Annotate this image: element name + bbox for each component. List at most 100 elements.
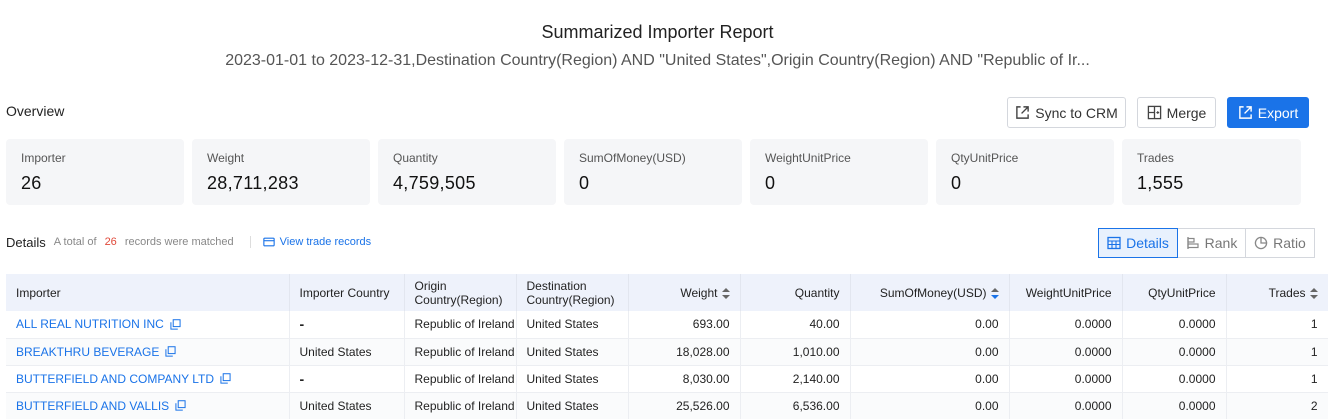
weight-value: 693.00: [628, 311, 741, 339]
weight-value: 18,028.00: [628, 338, 741, 366]
col-trades[interactable]: Trades: [1226, 274, 1328, 311]
pie-icon: [1254, 236, 1268, 250]
record-count: 26: [104, 236, 117, 248]
copy-icon[interactable]: [220, 373, 231, 384]
stat-value: 4,759,505: [393, 173, 476, 193]
ratio-view-button[interactable]: Ratio: [1245, 228, 1315, 258]
trades-value: 1: [1226, 311, 1328, 339]
sum-value: 0.00: [850, 311, 1010, 339]
stat-value: 0: [579, 173, 590, 193]
destination-country: United States: [516, 311, 629, 339]
table-icon: [1107, 236, 1121, 250]
rank-view-button[interactable]: Rank: [1177, 228, 1246, 258]
importer-name: ALL REAL NUTRITION INC: [16, 317, 164, 332]
stat-value: 0: [765, 173, 776, 193]
rank-view-label: Rank: [1204, 235, 1238, 251]
importer-country: -: [299, 316, 305, 333]
col-sum-label: SumOfMoney(USD): [879, 285, 987, 300]
col-importer: Importer: [6, 274, 290, 311]
merge-icon: [1147, 105, 1161, 120]
view-trade-records-link[interactable]: View trade records: [262, 236, 372, 248]
importer-country: United States: [289, 392, 405, 419]
origin-country: Republic of Ireland: [404, 392, 517, 419]
sync-to-crm-button[interactable]: Sync to CRM: [1007, 97, 1126, 128]
col-qty-unit-price: QtyUnitPrice: [1122, 274, 1227, 311]
stat-sum-of-money: SumOfMoney(USD) 0: [564, 139, 742, 205]
sort-icon[interactable]: [721, 287, 730, 299]
quantity-value: 1,010.00: [740, 338, 851, 366]
sum-value: 0.00: [850, 365, 1010, 393]
wup-value: 0.0000: [1009, 338, 1123, 366]
card-icon: [262, 237, 275, 247]
importer-name: BUTTERFIELD AND VALLIS: [16, 398, 170, 413]
overview-heading: Overview: [6, 103, 65, 119]
report-subtitle: 2023-01-01 to 2023-12-31,Destination Cou…: [225, 52, 1090, 69]
qup-value: 0.0000: [1122, 365, 1227, 393]
importer-link[interactable]: BUTTERFIELD AND COMPANY LTD: [16, 372, 231, 386]
importer-name: BREAKTHRU BEVERAGE: [16, 344, 160, 359]
sort-icon[interactable]: [990, 287, 999, 299]
stat-quantity: Quantity 4,759,505: [378, 139, 556, 205]
stat-importer: Importer 26: [6, 139, 184, 205]
stat-weight: Weight 28,711,283: [192, 139, 370, 205]
col-sum-of-money[interactable]: SumOfMoney(USD): [850, 274, 1010, 311]
export-button[interactable]: Export: [1227, 97, 1309, 128]
stat-label: QtyUnitPrice: [951, 151, 1019, 165]
quantity-value: 2,140.00: [740, 365, 851, 393]
merge-button[interactable]: Merge: [1137, 97, 1216, 128]
destination-country: United States: [516, 365, 629, 393]
trades-value: 1: [1226, 338, 1328, 366]
export-label: Export: [1257, 104, 1299, 121]
stat-label: SumOfMoney(USD): [579, 151, 686, 165]
stat-label: Trades: [1137, 151, 1174, 165]
copy-icon[interactable]: [175, 400, 186, 411]
merge-label: Merge: [1166, 104, 1207, 121]
importer-link[interactable]: BUTTERFIELD AND VALLIS: [16, 399, 186, 413]
report-title: Summarized Importer Report: [541, 22, 774, 42]
col-origin: Origin Country(Region): [404, 274, 517, 311]
table-row: BUTTERFIELD AND VALLIS United States Rep…: [6, 392, 1328, 419]
col-weight-label: Weight: [680, 285, 718, 300]
stat-qty-unit-price: QtyUnitPrice 0: [936, 139, 1114, 205]
destination-country: United States: [516, 338, 629, 366]
origin-country: Republic of Ireland: [404, 338, 517, 366]
divider: [249, 236, 251, 248]
sum-value: 0.00: [850, 392, 1010, 419]
details-heading: Details: [6, 234, 46, 250]
col-weight[interactable]: Weight: [628, 274, 741, 311]
details-summary: Details A total of 26 records were match…: [6, 234, 372, 250]
details-view-button[interactable]: Details: [1098, 228, 1178, 258]
qup-value: 0.0000: [1122, 338, 1227, 366]
ratio-view-label: Ratio: [1273, 235, 1306, 251]
trades-value: 1: [1226, 365, 1328, 393]
col-quantity: Quantity: [740, 274, 851, 311]
destination-country: United States: [516, 392, 629, 419]
sync-to-crm-label: Sync to CRM: [1035, 104, 1118, 121]
table-row: BUTTERFIELD AND COMPANY LTD - Republic o…: [6, 365, 1328, 393]
col-trades-label: Trades: [1268, 285, 1306, 300]
stat-trades: Trades 1,555: [1122, 139, 1301, 205]
importer-table: Importer Importer Country Origin Country…: [6, 274, 1328, 419]
view-toggle: Details Rank Ratio: [1098, 228, 1315, 258]
view-trade-records-label: View trade records: [279, 236, 372, 248]
stat-label: Quantity: [393, 151, 438, 165]
trades-value: 2: [1226, 392, 1328, 419]
table-header-row: Importer Importer Country Origin Country…: [6, 274, 1328, 311]
importer-country: United States: [289, 338, 405, 366]
table-row: ALL REAL NUTRITION INC - Republic of Ire…: [6, 311, 1328, 339]
stat-value: 26: [21, 173, 42, 193]
bar-icon: [1187, 237, 1199, 249]
importer-name: BUTTERFIELD AND COMPANY LTD: [16, 371, 215, 386]
stat-label: WeightUnitPrice: [765, 151, 851, 165]
col-importer-country: Importer Country: [289, 274, 405, 311]
stat-value: 0: [951, 173, 962, 193]
copy-icon[interactable]: [165, 346, 176, 357]
weight-value: 8,030.00: [628, 365, 741, 393]
copy-icon[interactable]: [170, 318, 181, 330]
importer-link[interactable]: ALL REAL NUTRITION INC: [16, 317, 181, 331]
sort-icon[interactable]: [1309, 287, 1318, 299]
importer-link[interactable]: BREAKTHRU BEVERAGE: [16, 345, 176, 359]
table-row: BREAKTHRU BEVERAGE United States Republi…: [6, 338, 1328, 366]
quantity-value: 6,536.00: [740, 392, 851, 419]
sum-value: 0.00: [850, 338, 1010, 366]
